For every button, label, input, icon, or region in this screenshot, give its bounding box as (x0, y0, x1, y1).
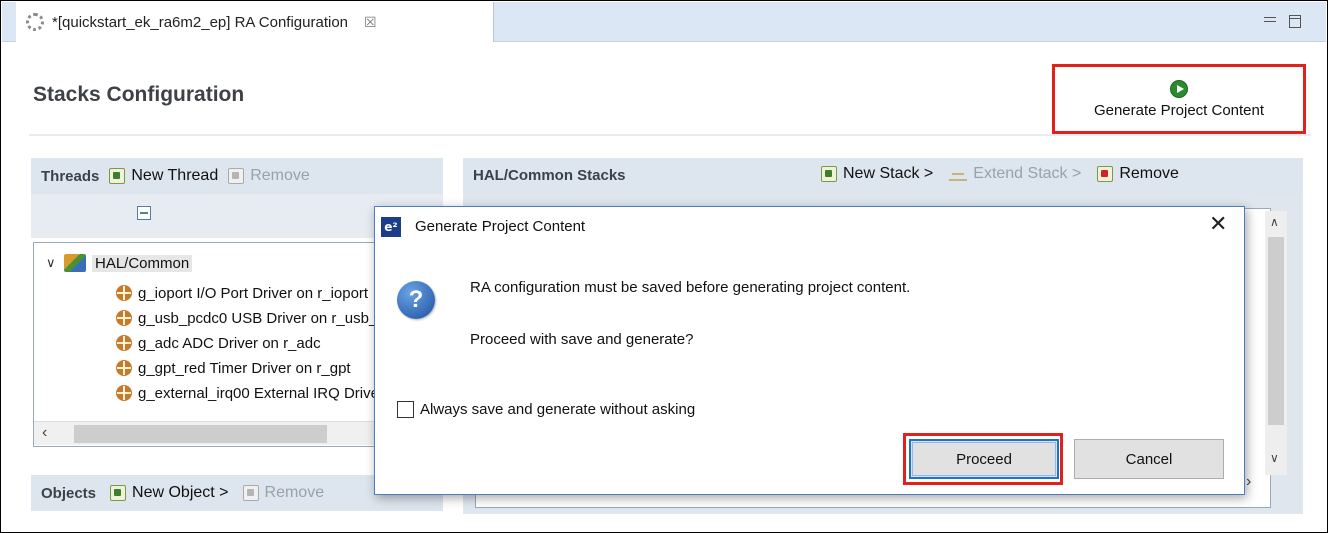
play-icon (1170, 79, 1188, 98)
scrollbar-thumb[interactable] (1268, 237, 1284, 425)
e2-studio-icon: e² (381, 217, 401, 237)
stacks-toolbar: New Stack > Extend Stack > Remove (821, 165, 1179, 183)
new-stack-label: New Stack > (843, 165, 934, 182)
editor-tab-ra-configuration[interactable]: *[quickstart_ek_ra6m2_ep] RA Configurati… (16, 2, 494, 42)
proceed-button[interactable]: Proceed (909, 439, 1059, 479)
tree-item-label: g_ioport I/O Port Driver on r_ioport (138, 284, 369, 302)
tree-item[interactable]: g_adc ADC Driver on r_adc (116, 331, 321, 355)
remove-icon (1097, 166, 1114, 182)
generate-project-content-button[interactable]: Generate Project Content (1052, 64, 1306, 134)
dialog-titlebar: e² Generate Project Content ✕ (375, 207, 1244, 247)
driver-icon (116, 360, 132, 376)
tree-item-label: g_adc ADC Driver on r_adc (138, 334, 321, 352)
tree-item[interactable]: g_usb_pcdc0 USB Driver on r_usb_pcdc (116, 306, 409, 330)
new-thread-button[interactable]: New Thread (109, 167, 218, 185)
always-save-label: Always save and generate without asking (420, 401, 696, 418)
maximize-icon[interactable] (1289, 15, 1301, 28)
remove-object-button[interactable]: Remove (242, 484, 325, 502)
editor-tab-bar: *[quickstart_ek_ra6m2_ep] RA Configurati… (2, 2, 1326, 42)
remove-stack-button[interactable]: Remove (1097, 165, 1179, 183)
remove-icon (228, 168, 245, 184)
minimize-icon[interactable] (1262, 12, 1278, 28)
extend-icon (949, 167, 968, 181)
new-thread-label: New Thread (131, 167, 219, 184)
page-title: Stacks Configuration (33, 83, 245, 106)
dialog-title: Generate Project Content (415, 218, 586, 235)
driver-icon (116, 310, 132, 326)
dialog-body: ? RA configuration must be saved before … (375, 247, 1244, 494)
add-icon (821, 166, 837, 182)
chevron-down-icon[interactable]: ∨ (46, 255, 58, 271)
always-save-checkbox-row[interactable]: Always save and generate without asking (397, 401, 695, 418)
collapse-all-icon[interactable] (137, 206, 151, 220)
add-icon (110, 485, 127, 501)
new-stack-button[interactable]: New Stack > (821, 165, 933, 183)
driver-icon (116, 285, 132, 301)
stacks-vertical-scrollbar[interactable]: ∧ ∨ (1265, 211, 1287, 475)
title-divider (29, 134, 1311, 136)
add-icon (109, 168, 126, 184)
tree-item[interactable]: g_gpt_red Timer Driver on r_gpt (116, 356, 351, 380)
tree-item[interactable]: g_ioport I/O Port Driver on r_ioport (116, 281, 368, 305)
scroll-down-icon[interactable]: ∨ (1270, 451, 1279, 465)
driver-icon (116, 385, 132, 401)
remove-thread-label: Remove (250, 167, 310, 184)
threads-header: Threads New Thread Remove (31, 158, 443, 194)
objects-label: Objects (41, 484, 97, 502)
threads-label: Threads (41, 167, 100, 185)
close-icon[interactable]: ✕ (1209, 212, 1227, 237)
always-save-checkbox[interactable] (397, 401, 414, 418)
extend-stack-label: Extend Stack > (973, 165, 1082, 182)
scroll-up-icon[interactable]: ∧ (1270, 215, 1279, 229)
cancel-button[interactable]: Cancel (1074, 439, 1224, 479)
tab-close-icon[interactable]: ☒ (364, 14, 377, 31)
new-object-label: New Object > (132, 484, 229, 501)
stacks-label: HAL/Common Stacks (473, 167, 626, 184)
scrollbar-thumb[interactable] (74, 425, 327, 443)
driver-icon (116, 335, 132, 351)
extend-stack-button[interactable]: Extend Stack > (949, 165, 1081, 183)
remove-thread-button[interactable]: Remove (228, 167, 310, 185)
question-icon: ? (397, 281, 435, 319)
tree-item-label: HAL/Common (92, 254, 193, 272)
generate-project-content-dialog: e² Generate Project Content ✕ ? RA confi… (374, 206, 1245, 495)
editor-tab-title: *[quickstart_ek_ra6m2_ep] RA Configurati… (52, 13, 349, 31)
dialog-message: RA configuration must be saved before ge… (470, 279, 911, 296)
remove-stack-label: Remove (1119, 165, 1179, 182)
remove-icon (242, 485, 259, 501)
stacks-header: HAL/Common Stacks New Stack > Extend Sta… (463, 158, 1303, 194)
tree-item-hal-common[interactable]: ∨ HAL/Common (46, 251, 193, 275)
dialog-question: Proceed with save and generate? (470, 331, 694, 348)
generate-project-content-label: Generate Project Content (1093, 101, 1265, 119)
scroll-left-icon[interactable]: ‹ (42, 424, 47, 442)
tree-item-label: g_gpt_red Timer Driver on r_gpt (138, 359, 351, 377)
hal-common-icon (64, 254, 86, 272)
app-frame: *[quickstart_ek_ra6m2_ep] RA Configurati… (0, 0, 1328, 533)
gear-icon (26, 13, 44, 31)
remove-object-label: Remove (264, 484, 325, 501)
tree-item-label: g_usb_pcdc0 USB Driver on r_usb_pcdc (138, 309, 409, 327)
new-object-button[interactable]: New Object > (110, 484, 229, 502)
scroll-right-icon[interactable]: › (1246, 473, 1251, 491)
